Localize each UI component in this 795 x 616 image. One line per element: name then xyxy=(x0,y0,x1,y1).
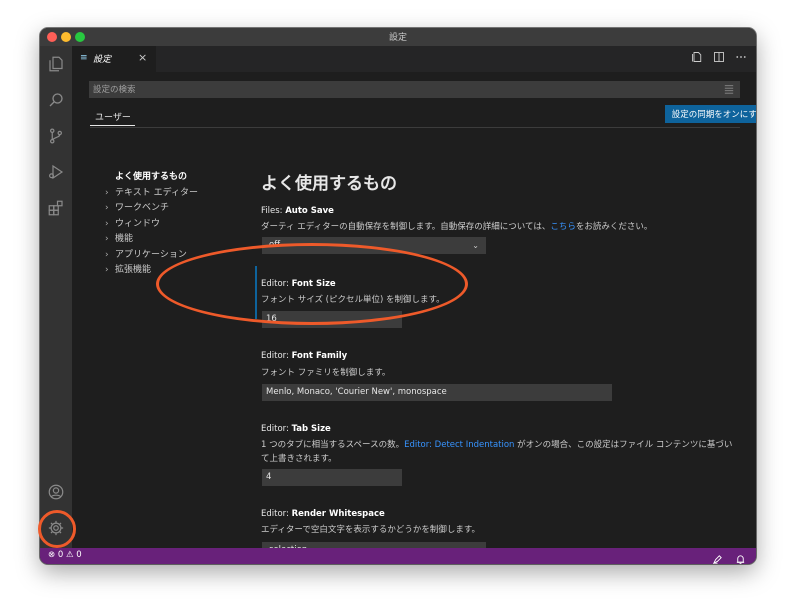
auto-save-docs-link[interactable]: こちら xyxy=(550,222,576,232)
toc-item-label: ワークベンチ xyxy=(115,203,170,213)
desc-text: 1 つのタブに相当するスペースの数。 xyxy=(261,440,405,450)
source-control-icon[interactable] xyxy=(46,126,66,146)
files-icon[interactable] xyxy=(46,54,66,74)
chevron-right-icon: › xyxy=(105,250,109,260)
feedback-icon[interactable] xyxy=(712,550,723,564)
scope-divider xyxy=(90,127,740,128)
toc-item-label: 拡張機能 xyxy=(115,265,152,275)
highlight-circle-gear xyxy=(38,510,76,548)
split-editor-icon[interactable] xyxy=(712,51,726,65)
setting-name: Font Family xyxy=(291,351,348,361)
close-tab-icon[interactable]: × xyxy=(138,51,147,64)
setting-name: Render Whitespace xyxy=(291,509,385,519)
status-bar: ⊗ 0 ⚠ 0 xyxy=(40,548,756,564)
setting-title-tab-size: Editor: Tab Size xyxy=(261,424,331,434)
problems-indicator[interactable]: ⊗ 0 ⚠ 0 xyxy=(48,550,82,560)
setting-desc-render-whitespace: エディターで空白文字を表示するかどうかを制御します。 xyxy=(261,525,481,535)
more-actions-icon[interactable] xyxy=(734,51,748,65)
account-icon[interactable] xyxy=(46,482,66,502)
toc-item-label: アプリケーション xyxy=(115,250,187,260)
toc-item-window[interactable]: › ウィンドウ xyxy=(105,216,160,229)
toc-item-label: テキスト エディター xyxy=(115,188,198,198)
tab-bar: ≡ 設定 × xyxy=(72,46,756,72)
toc-item-text-editor[interactable]: › テキスト エディター xyxy=(105,185,198,198)
filter-icon[interactable] xyxy=(724,84,734,94)
setting-name: Auto Save xyxy=(285,206,334,216)
font-family-input[interactable]: Menlo, Monaco, 'Courier New', monospace xyxy=(262,384,612,401)
toc-item-application[interactable]: › アプリケーション xyxy=(105,247,187,260)
setting-category: Editor: xyxy=(261,509,292,519)
setting-category: Files: xyxy=(261,206,286,216)
tab-settings[interactable]: ≡ 設定 × xyxy=(72,46,156,72)
section-heading: よく使用するもの xyxy=(261,174,397,194)
turn-on-sync-button[interactable]: 設定の同期をオンにする xyxy=(665,105,756,123)
chevron-right-icon: › xyxy=(105,265,109,275)
setting-desc-tab-size-line2: て上書きされます。 xyxy=(261,454,337,464)
tab-size-input[interactable]: 4 xyxy=(262,469,402,486)
setting-title-font-family: Editor: Font Family xyxy=(261,351,347,361)
active-scope-underline xyxy=(90,125,135,126)
error-icon: ⊗ xyxy=(48,550,56,560)
toc-item-extensions[interactable]: › 拡張機能 xyxy=(105,262,151,275)
setting-desc-auto-save: ダーティ エディターの自動保存を制御します。自動保存の詳細については、こちらをお… xyxy=(261,220,652,232)
toc-item-commonly-used[interactable]: よく使用するもの xyxy=(115,169,187,182)
chevron-right-icon: › xyxy=(105,188,109,198)
toc-item-features[interactable]: › 機能 xyxy=(105,231,133,244)
activity-bar xyxy=(40,46,72,548)
desc-text: をお読みください。 xyxy=(575,222,653,232)
setting-category: Editor: xyxy=(261,351,292,361)
error-count: 0 xyxy=(57,550,64,560)
toc-item-workbench[interactable]: › ワークベンチ xyxy=(105,200,169,213)
toc-item-label: ウィンドウ xyxy=(115,219,161,229)
toc-item-label: 機能 xyxy=(115,234,134,244)
settings-search-input[interactable] xyxy=(89,81,713,98)
setting-desc-tab-size: 1 つのタブに相当するスペースの数。Editor: Detect Indenta… xyxy=(261,438,732,450)
status-bar-right xyxy=(712,550,746,564)
notifications-icon[interactable] xyxy=(735,550,746,564)
settings-file-icon: ≡ xyxy=(80,53,88,63)
settings-search-box xyxy=(89,81,740,98)
chevron-down-icon: ⌄ xyxy=(472,241,479,250)
tab-settings-label: 設定 xyxy=(93,55,112,65)
warning-count: 0 xyxy=(76,550,82,560)
run-debug-icon[interactable] xyxy=(46,162,66,182)
chevron-right-icon: › xyxy=(105,234,109,244)
setting-title-auto-save: Files: Auto Save xyxy=(261,206,334,216)
setting-category: Editor: xyxy=(261,424,292,434)
desc-text: がオンの場合、この設定はファイル コンテンツに基づい xyxy=(514,440,733,450)
desc-text: ダーティ エディターの自動保存を制御します。自動保存の詳細については、 xyxy=(261,222,551,232)
window-title: 設定 xyxy=(388,33,407,43)
extensions-icon[interactable] xyxy=(46,198,66,218)
detect-indentation-link[interactable]: Editor: Detect Indentation xyxy=(404,440,514,450)
setting-title-render-whitespace: Editor: Render Whitespace xyxy=(261,509,385,519)
setting-desc-font-family: フォント ファミリを制御します。 xyxy=(261,368,391,378)
warning-icon: ⚠ xyxy=(65,550,74,560)
chevron-right-icon: › xyxy=(105,203,109,213)
title-bar: 設定 xyxy=(40,28,756,46)
highlight-ellipse-font-size xyxy=(156,243,468,325)
search-icon[interactable] xyxy=(46,90,66,110)
chevron-right-icon: › xyxy=(105,219,109,229)
setting-name: Tab Size xyxy=(291,424,331,434)
tab-user-scope[interactable]: ユーザー xyxy=(95,110,131,123)
open-json-icon[interactable] xyxy=(690,51,704,65)
editor-actions xyxy=(690,51,748,65)
